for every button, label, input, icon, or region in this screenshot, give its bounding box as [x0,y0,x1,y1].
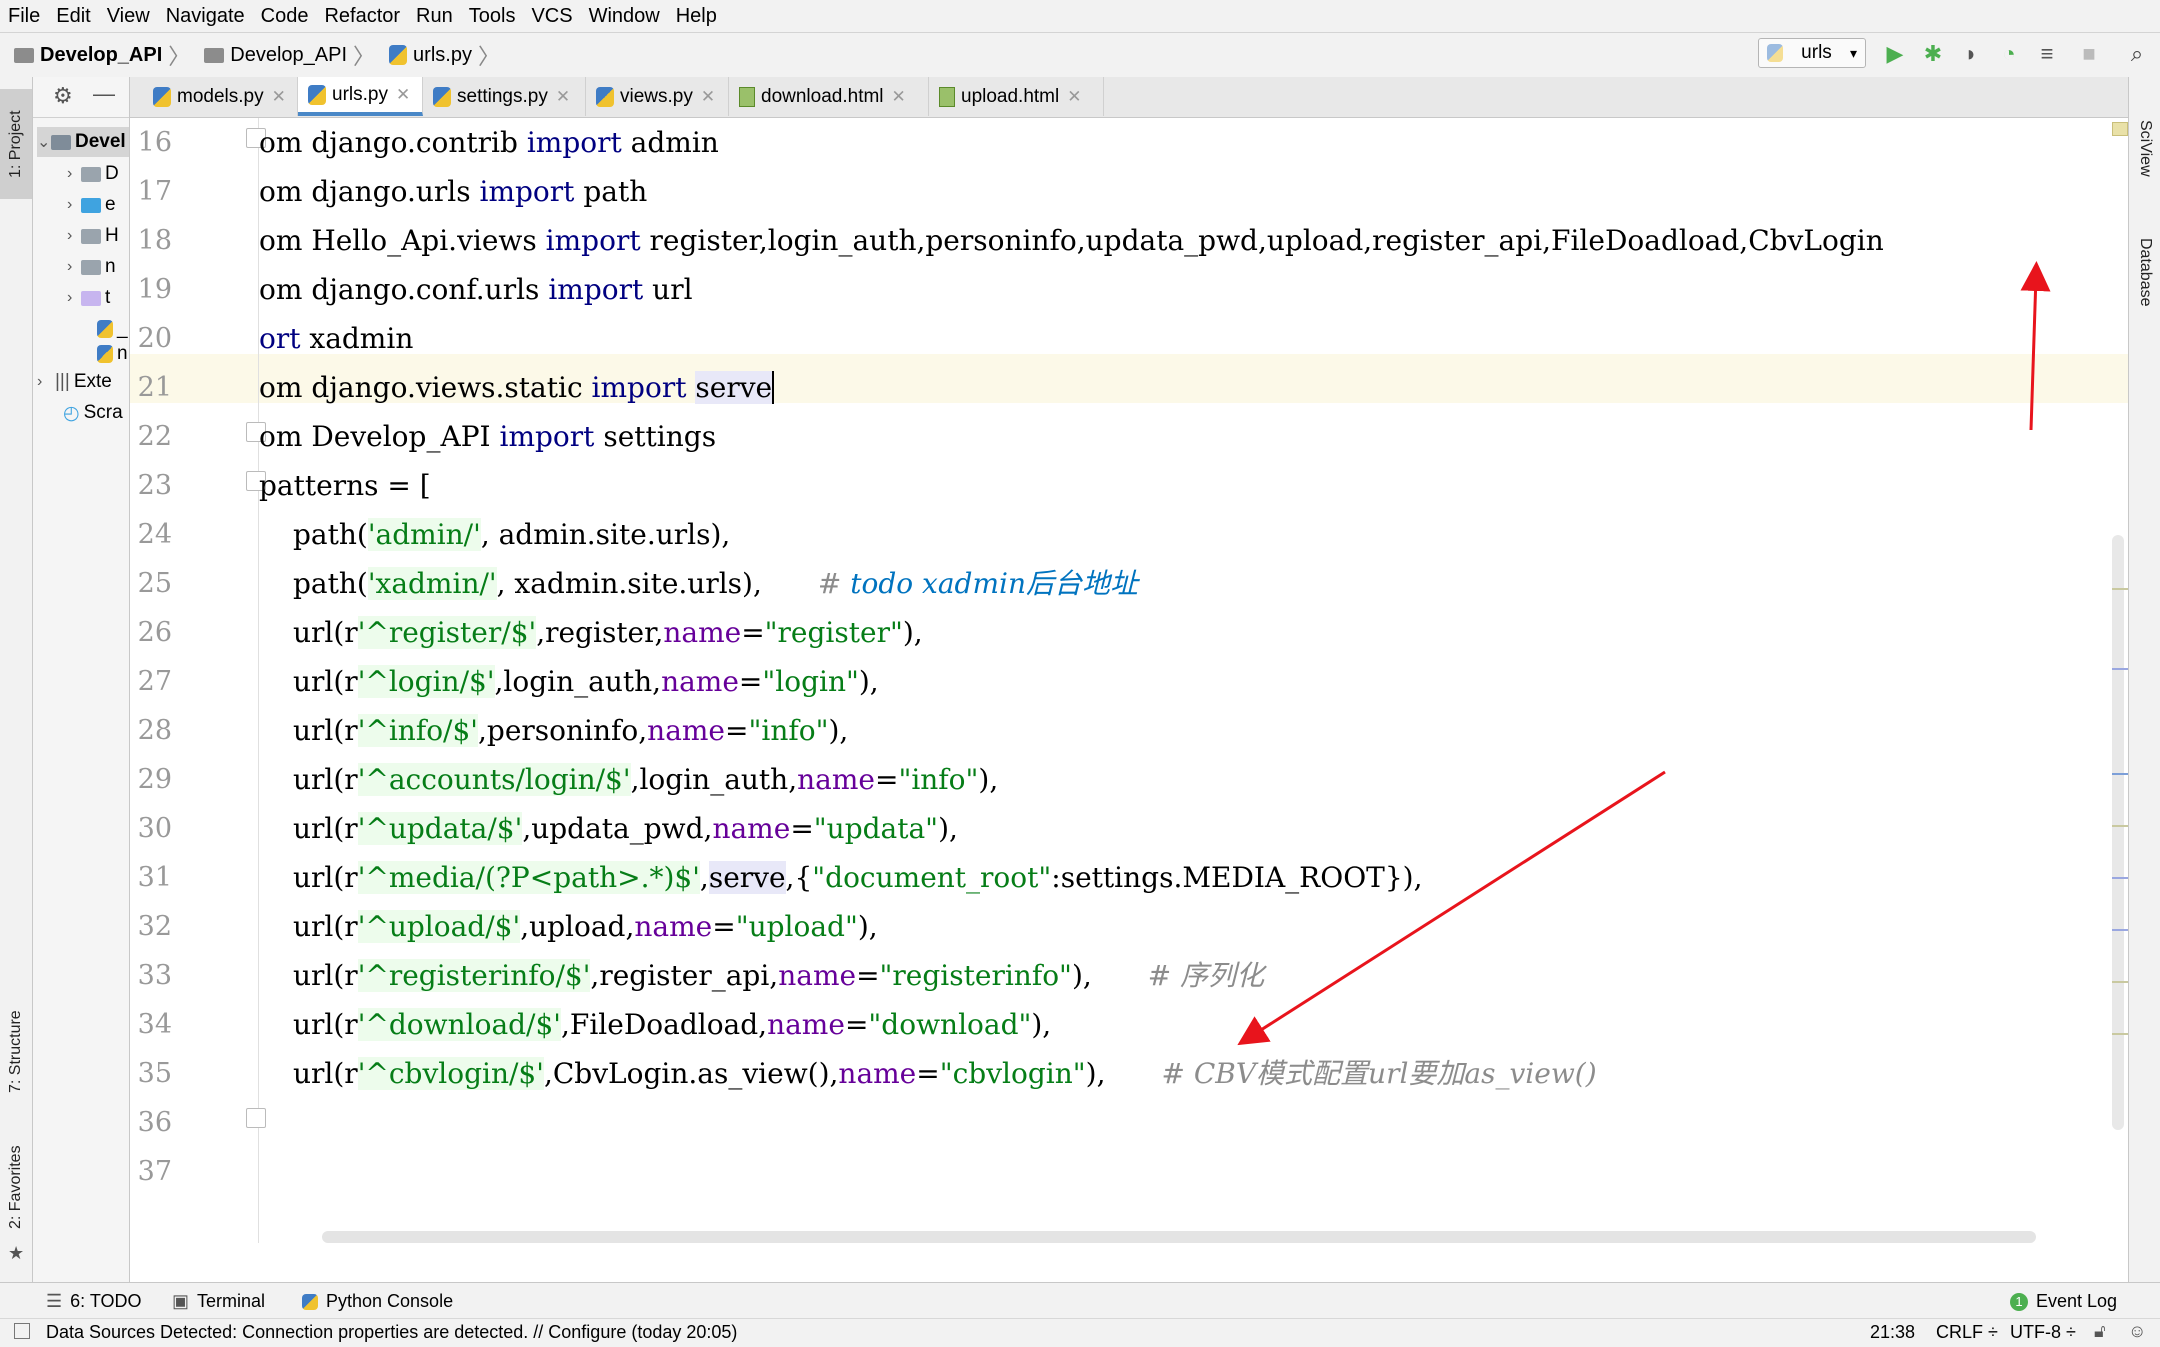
list-icon: ☰ [46,1291,63,1311]
lock-icon[interactable]: 🔓︎ [2094,1321,2106,1342]
status-bar: Data Sources Detected: Connection proper… [0,1318,2160,1347]
inspector-icon[interactable]: ☺ [2128,1321,2146,1342]
python-console-label: Python Console [326,1291,454,1311]
event-count-badge: 1 [2010,1292,2028,1311]
bottom-tool-bar: ☰ 6: TODO ▣ Terminal Python Console 1 Event… [0,1282,2160,1319]
toggle-tool-windows-icon[interactable] [14,1323,30,1339]
annotation-arrow-up [2020,261,2051,431]
status-message[interactable]: Data Sources Detected: Connection proper… [46,1322,737,1343]
terminal-label: Terminal [197,1291,266,1311]
event-log-tool-button[interactable]: 1 Event Log [2010,1291,2117,1312]
error-stripe-mark[interactable] [2112,877,2128,879]
python-console-tool-button[interactable]: Python Console [302,1291,453,1312]
error-stripe-mark[interactable] [2112,668,2128,670]
horizontal-scrollbar[interactable] [322,1231,2036,1243]
vertical-scrollbar[interactable] [2112,535,2124,1130]
python-console-icon [302,1293,318,1310]
line-separator-select[interactable]: CRLF ÷ [1936,1322,1998,1343]
encoding-select[interactable]: UTF-8 ÷ [2010,1322,2076,1343]
terminal-icon: ▣ [172,1291,190,1311]
error-stripe-mark[interactable] [2112,981,2128,983]
annotation-arrow-down [1237,770,1666,1046]
todo-label: 6: TODO [70,1291,142,1311]
event-log-label: Event Log [2036,1291,2118,1311]
error-stripe-mark[interactable] [2112,773,2128,775]
inspection-status-icon[interactable] [2112,122,2128,136]
error-stripe-mark[interactable] [2112,588,2128,590]
caret-position[interactable]: 21:38 [1870,1322,1915,1343]
annotation-overlay [1237,261,2051,1046]
error-stripe-mark[interactable] [2112,1033,2128,1035]
error-stripe-mark[interactable] [2112,929,2128,931]
terminal-tool-button[interactable]: ▣ Terminal [172,1291,265,1312]
todo-tool-button[interactable]: ☰ 6: TODO [46,1291,142,1312]
error-stripe-mark[interactable] [2112,825,2128,827]
